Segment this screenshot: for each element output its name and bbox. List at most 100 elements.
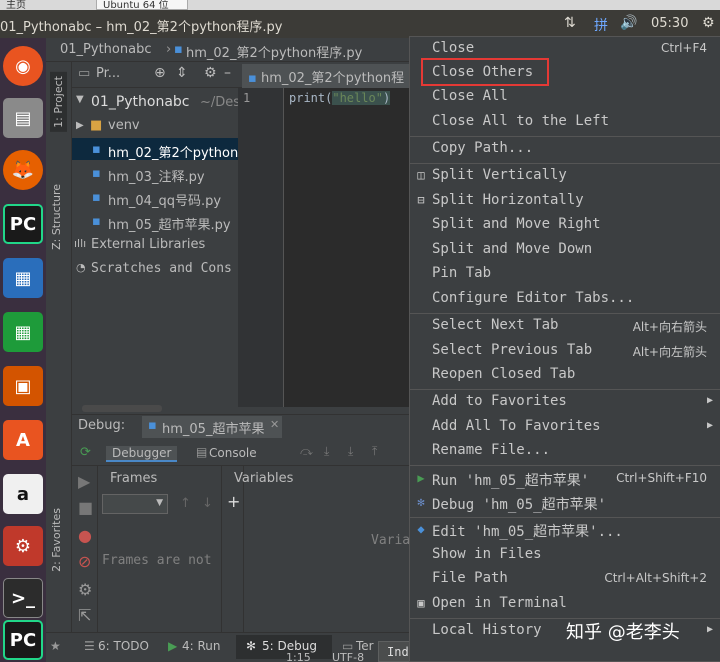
tool-tab-favorites[interactable]: 2: Favorites xyxy=(50,508,63,572)
frame-down-icon[interactable]: ↓ xyxy=(202,496,213,511)
files-icon[interactable]: ▤ xyxy=(3,98,43,138)
tool-tab-project[interactable]: 1: Project xyxy=(50,72,67,132)
menu-item-reopen-closed-tab[interactable]: Reopen Closed Tab xyxy=(410,363,720,387)
vm-tab-ubuntu[interactable]: Ubuntu 64 位 xyxy=(96,0,188,10)
horizontal-scrollbar[interactable] xyxy=(82,405,162,412)
firefox-icon[interactable]: 🦊 xyxy=(3,150,43,190)
menu-item-add-to-favorites[interactable]: Add to Favorites ▶ xyxy=(410,390,720,414)
menu-item-configure-tabs[interactable]: Configure Editor Tabs... xyxy=(410,287,720,311)
chevron-right-icon[interactable]: ▶ xyxy=(76,120,84,131)
input-method-indicator[interactable]: 拼 xyxy=(594,15,608,35)
tab-console[interactable]: Console xyxy=(209,446,257,460)
caret-position[interactable]: 1:15 xyxy=(286,651,311,662)
python-icon: ▪ xyxy=(148,418,157,433)
tool-tab-run[interactable]: 4: Run xyxy=(182,639,221,653)
mute-breakpoints-icon[interactable]: ⊘ xyxy=(78,552,91,571)
tab-debugger[interactable]: Debugger xyxy=(106,446,178,462)
file-encoding[interactable]: UTF-8 xyxy=(332,651,364,662)
menu-separator xyxy=(410,465,720,466)
thread-select[interactable]: ▼ xyxy=(102,494,168,514)
tool-tab-structure[interactable]: Z: Structure xyxy=(50,184,63,250)
clock[interactable]: 05:30 xyxy=(651,16,688,31)
project-root-name[interactable]: 01_Pythonabc xyxy=(91,94,190,110)
view-breakpoints-icon[interactable]: ● xyxy=(78,526,92,545)
menu-item-split-move-down[interactable]: Split and Move Down xyxy=(410,238,720,262)
add-watch-icon[interactable]: + xyxy=(227,492,240,511)
frames-title: Frames xyxy=(110,471,158,486)
resume-program-icon[interactable]: ▶ xyxy=(78,472,90,491)
nav-file[interactable]: hm_02_第2个python程序.py xyxy=(186,42,362,61)
menu-item-split-horizontally[interactable]: ⊟ Split Horizontally xyxy=(410,189,720,213)
menu-item-rename-file[interactable]: Rename File... xyxy=(410,439,720,463)
ubuntu-dash-icon[interactable]: ◉ xyxy=(3,46,43,86)
line-number: 1 xyxy=(243,91,251,105)
locate-icon[interactable]: ⊕ xyxy=(154,65,166,81)
tree-item-file[interactable]: hm_02_第2个python xyxy=(108,142,238,161)
collapse-icon[interactable]: ⇕ xyxy=(176,65,188,81)
menu-item-select-previous-tab[interactable]: Select Previous Tab Alt+向左箭头 xyxy=(410,339,720,363)
menu-item-edit-config[interactable]: ◆ Edit 'hm_05_超市苹果'... xyxy=(410,518,720,542)
editor-tab[interactable]: ▪ hm_02_第2个python程 xyxy=(242,64,410,88)
vm-tab-home[interactable]: 主页 xyxy=(0,0,70,10)
settings-gear-icon[interactable]: ⚙ xyxy=(204,65,217,81)
step-into-icon[interactable]: ⤓ xyxy=(324,444,329,459)
hide-panel-icon[interactable]: – xyxy=(224,65,231,81)
step-into-my-code-icon[interactable]: ⤓ xyxy=(348,444,353,459)
project-view-dropdown[interactable]: Pr... xyxy=(96,66,120,81)
chevron-down-icon[interactable]: ▼ xyxy=(76,94,84,105)
resume-icon[interactable]: ⟳ xyxy=(80,445,91,460)
terminal-app-icon[interactable]: >_ xyxy=(3,578,43,618)
pycharm-icon-2[interactable]: PC xyxy=(3,620,43,660)
tree-item-file[interactable]: hm_03_注释.py xyxy=(108,166,205,185)
power-gear-icon[interactable]: ⚙ xyxy=(702,15,715,31)
tree-item-venv[interactable]: venv xyxy=(108,118,140,133)
stop-icon[interactable]: ■ xyxy=(78,498,93,517)
code-line[interactable]: print("hello") xyxy=(289,91,391,105)
menu-item-file-path[interactable]: File Path Ctrl+Alt+Shift+2 xyxy=(410,567,720,591)
menu-item-add-all-to-favorites[interactable]: Add All To Favorites ▶ xyxy=(410,415,720,439)
ubuntu-launcher: ◉ ▤ 🦊 PC ▦ ▦ ▣ A a ⚙ >_ PC xyxy=(0,38,46,662)
software-center-icon[interactable]: A xyxy=(3,420,43,460)
step-out-icon[interactable]: ⤒ xyxy=(372,444,377,459)
editor-gutter xyxy=(238,88,284,407)
menu-item-split-move-right[interactable]: Split and Move Right xyxy=(410,213,720,237)
tree-item-external-libraries[interactable]: External Libraries xyxy=(91,237,205,252)
menu-item-select-next-tab[interactable]: Select Next Tab Alt+向右箭头 xyxy=(410,314,720,338)
tool-tab-todo[interactable]: 6: TODO xyxy=(98,639,149,653)
menu-item-open-in-terminal[interactable]: ▣ Open in Terminal xyxy=(410,592,720,616)
menu-item-split-vertically[interactable]: ◫ Split Vertically xyxy=(410,164,720,188)
libreoffice-calc-icon[interactable]: ▦ xyxy=(3,312,43,352)
nav-separator: › xyxy=(166,42,172,57)
libreoffice-writer-icon[interactable]: ▦ xyxy=(3,258,43,298)
editor-tab-context-menu: Close Ctrl+F4 Close Others Close All Clos… xyxy=(409,36,720,662)
close-icon[interactable]: ✕ xyxy=(270,418,279,431)
run-icon: ▶ xyxy=(168,639,178,653)
tree-item-file[interactable]: hm_05_超市苹果.py xyxy=(108,214,231,233)
amazon-icon[interactable]: a xyxy=(3,474,43,514)
menu-item-pin-tab[interactable]: Pin Tab xyxy=(410,262,720,286)
network-icon[interactable]: ⇅ xyxy=(564,15,576,31)
menu-item-debug[interactable]: ✻ Debug 'hm_05_超市苹果' xyxy=(410,491,720,515)
debug-settings-icon[interactable]: ⚙ xyxy=(78,580,92,599)
tree-item-scratches[interactable]: Scratches and Cons xyxy=(91,261,232,276)
libreoffice-impress-icon[interactable]: ▣ xyxy=(3,366,43,406)
frame-up-icon[interactable]: ↑ xyxy=(180,496,191,511)
step-over-icon[interactable]: ⤼ xyxy=(300,444,313,459)
menu-item-copy-path[interactable]: Copy Path... xyxy=(410,137,720,161)
submenu-arrow-icon: ▶ xyxy=(706,395,713,406)
menu-item-show-in-files[interactable]: Show in Files xyxy=(410,543,720,567)
python-file-icon: ▪ xyxy=(92,214,101,229)
pin-icon[interactable]: ⇱ xyxy=(78,606,91,625)
system-settings-icon[interactable]: ⚙ xyxy=(3,526,43,566)
frames-panel: Frames ▼ ↑ ↓ Frames are not xyxy=(98,466,222,632)
menu-item-close-all[interactable]: Close All xyxy=(410,85,720,109)
python-file-icon: ▪ xyxy=(92,190,101,205)
menu-item-run[interactable]: ▶ Run 'hm_05_超市苹果' Ctrl+Shift+F10 xyxy=(410,467,720,491)
ubuntu-top-panel: 01_Pythonabc – hm_02_第2个python程序.py ⇅ 拼 … xyxy=(0,10,720,38)
menu-item-close-all-left[interactable]: Close All to the Left xyxy=(410,110,720,134)
pycharm-icon[interactable]: PC xyxy=(3,204,43,244)
volume-icon[interactable]: 🔊 xyxy=(620,15,637,31)
nav-project[interactable]: 01_Pythonabc xyxy=(60,42,151,57)
tree-item-file[interactable]: hm_04_qq号码.py xyxy=(108,190,221,209)
variables-empty-text: Varia xyxy=(371,533,411,548)
